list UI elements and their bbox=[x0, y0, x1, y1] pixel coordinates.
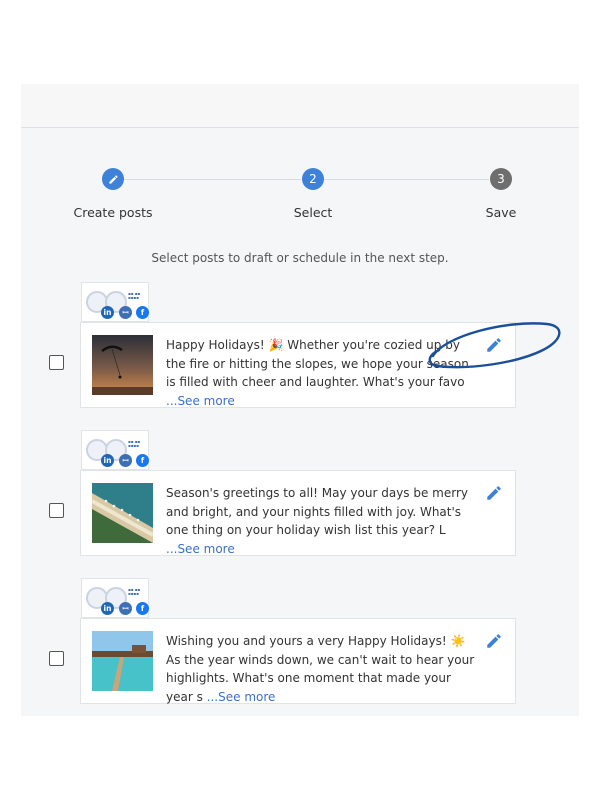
post-selection-panel: 2 3 Create posts Select Save Select post… bbox=[21, 84, 579, 716]
see-more-link[interactable]: ...See more bbox=[166, 542, 235, 556]
step-number: 3 bbox=[497, 172, 505, 186]
post-checkbox[interactable] bbox=[49, 503, 64, 518]
linkedin-icon: in bbox=[101, 454, 114, 467]
step-number: 2 bbox=[309, 172, 317, 186]
step-label-save: Save bbox=[485, 205, 517, 220]
brand-logo: ▪▪ ▪▪ ▪▪▪▪ bbox=[128, 439, 141, 448]
annotation-ellipse bbox=[428, 322, 561, 369]
step-create-posts[interactable] bbox=[102, 168, 124, 190]
people-icon: ꟷ bbox=[119, 602, 132, 615]
paraglider-sunset-photo bbox=[92, 335, 153, 395]
account-selector[interactable]: ▪▪ ▪▪ ▪▪▪▪ in ꟷ f bbox=[81, 282, 149, 322]
account-selector[interactable]: ▪▪ ▪▪ ▪▪▪▪ in ꟷ f bbox=[81, 578, 149, 618]
post-text: Season's greetings to all! May your days… bbox=[166, 484, 478, 558]
account-selector[interactable]: ▪▪ ▪▪ ▪▪▪▪ in ꟷ f bbox=[81, 430, 149, 470]
post-body: Season's greetings to all! May your days… bbox=[166, 486, 469, 537]
step-save[interactable]: 3 bbox=[490, 168, 512, 190]
stepper-line-1 bbox=[124, 179, 301, 180]
see-more-link[interactable]: ...See more bbox=[166, 394, 235, 408]
post-row: ▪▪ ▪▪ ▪▪▪▪ in ꟷ f Season's greetings to a… bbox=[21, 430, 579, 558]
post-card[interactable]: Wishing you and yours a very Happy Holid… bbox=[80, 618, 516, 704]
overwater-pier-photo bbox=[92, 631, 153, 691]
beach-resort-aerial-photo bbox=[92, 483, 153, 543]
facebook-icon: f bbox=[136, 602, 149, 615]
stepper-line-2 bbox=[324, 179, 489, 180]
post-body: Happy Holidays! 🎉 Whether you're cozied … bbox=[166, 338, 469, 389]
post-checkbox[interactable] bbox=[49, 355, 64, 370]
step-label-select: Select bbox=[293, 205, 333, 220]
post-checkbox[interactable] bbox=[49, 651, 64, 666]
linkedin-icon: in bbox=[101, 602, 114, 615]
people-icon: ꟷ bbox=[119, 454, 132, 467]
post-row: ▪▪ ▪▪ ▪▪▪▪ in ꟷ f Wishing you and yours a… bbox=[21, 578, 579, 706]
post-text: Wishing you and yours a very Happy Holid… bbox=[166, 632, 478, 706]
facebook-icon: f bbox=[136, 306, 149, 319]
pencil-icon[interactable] bbox=[485, 484, 503, 502]
pencil-icon bbox=[108, 174, 118, 184]
post-card[interactable]: Season's greetings to all! May your days… bbox=[80, 470, 516, 556]
top-bar bbox=[21, 84, 579, 128]
brand-logo: ▪▪ ▪▪ ▪▪▪▪ bbox=[128, 587, 141, 596]
facebook-icon: f bbox=[136, 454, 149, 467]
see-more-link[interactable]: ...See more bbox=[207, 690, 276, 704]
linkedin-icon: in bbox=[101, 306, 114, 319]
pencil-icon[interactable] bbox=[485, 632, 503, 650]
people-icon: ꟷ bbox=[119, 306, 132, 319]
step-select[interactable]: 2 bbox=[302, 168, 324, 190]
instruction-text: Select posts to draft or schedule in the… bbox=[151, 251, 449, 265]
brand-logo: ▪▪ ▪▪ ▪▪▪▪ bbox=[128, 291, 141, 300]
step-label-create-posts: Create posts bbox=[73, 205, 153, 220]
